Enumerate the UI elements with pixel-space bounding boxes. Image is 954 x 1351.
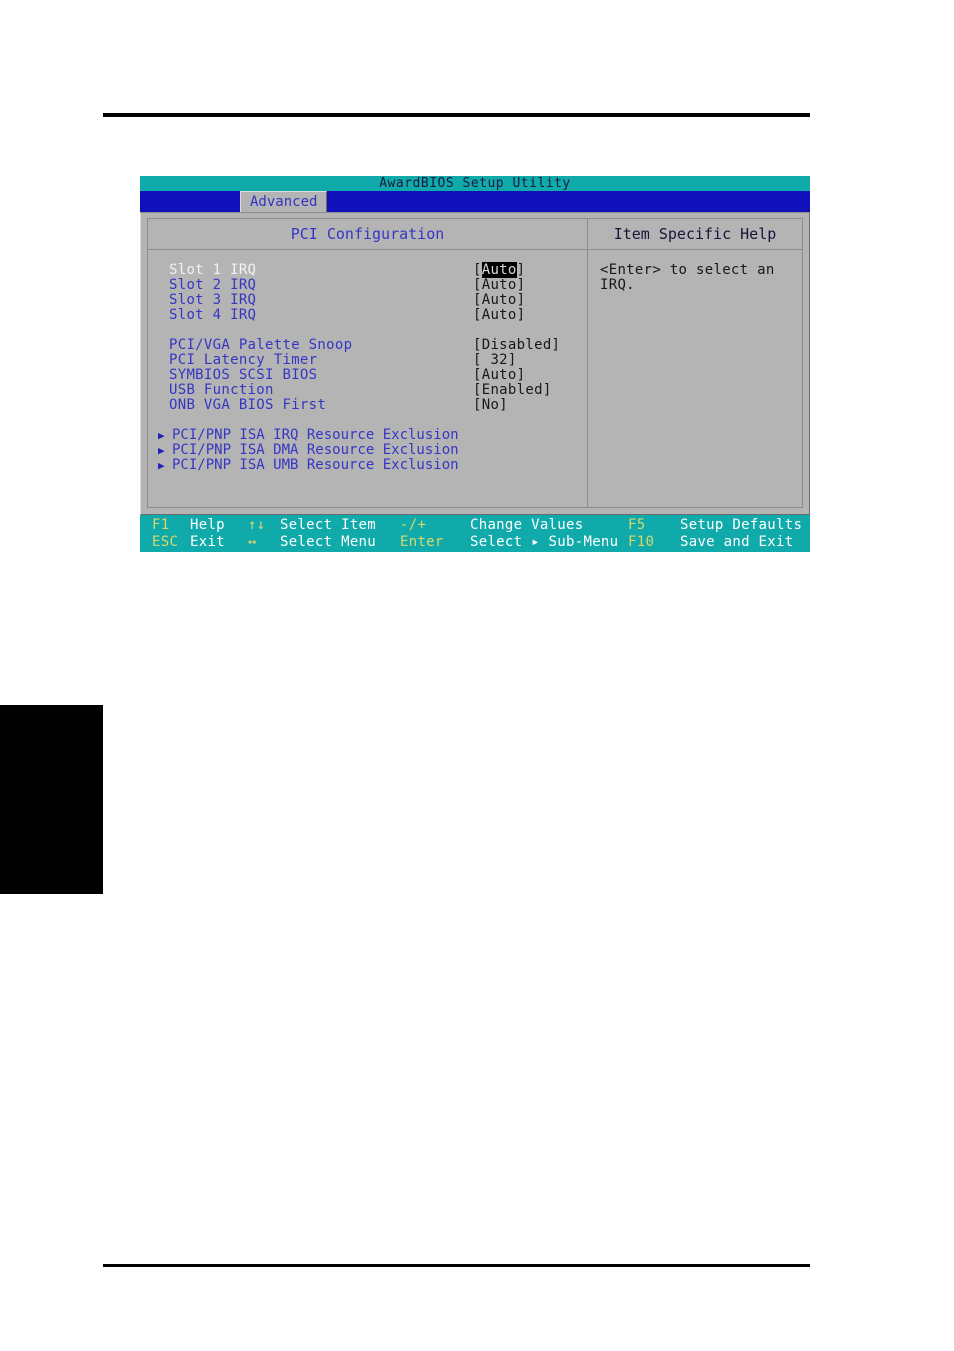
setting-value[interactable]: [Auto] (473, 293, 525, 308)
setting-row[interactable]: SYMBIOS SCSI BIOS [Auto] (148, 368, 587, 383)
key-legend-row-1: F1 Help ↑↓ Select Item -/+ Change Values F5 Set… (140, 517, 810, 534)
setting-row[interactable]: PCI/VGA Palette Snoop [Disabled] (148, 338, 587, 353)
setting-row[interactable]: Slot 1 IRQ [Auto] (148, 262, 587, 278)
settings-list: Slot 1 IRQ [Auto] Slot 2 IRQ [Auto] Slot 3 I… (148, 250, 587, 507)
key-legend-label: Select Menu (280, 534, 377, 550)
setting-label: PCI/VGA Palette Snoop (169, 337, 353, 353)
submenu-row[interactable]: ▶ PCI/PNP ISA UMB Resource Exclusion (148, 458, 587, 473)
key-legend-key: ESC (152, 534, 179, 550)
setting-label: ONB VGA BIOS First (169, 397, 327, 413)
tab-advanced[interactable]: Advanced (240, 191, 328, 212)
key-legend-key: Enter (400, 534, 444, 550)
help-panel-body: <Enter> to select an IRQ. (588, 250, 802, 507)
setting-label: Slot 1 IRQ (169, 262, 257, 278)
submenu-label: PCI/PNP ISA IRQ Resource Exclusion (172, 427, 459, 443)
submenu-arrow-icon: ▶ (158, 444, 165, 457)
bios-setup-window: AwardBIOS Setup Utility Advanced PCI Con… (140, 176, 810, 554)
setting-row[interactable]: Slot 4 IRQ [Auto] (148, 308, 587, 323)
setting-value-highlight: Auto (481, 262, 517, 278)
setting-value[interactable]: [ 32] (473, 353, 517, 368)
key-legend-label: Change Values (470, 517, 584, 533)
setting-value[interactable]: [Auto] (473, 308, 525, 323)
key-legend-key: F5 (628, 517, 646, 533)
help-panel-title: Item Specific Help (588, 219, 802, 250)
setting-value[interactable]: [Enabled] (473, 383, 552, 398)
setting-label: SYMBIOS SCSI BIOS (169, 367, 318, 383)
settings-panel-title: PCI Configuration (148, 219, 587, 250)
page-header-rule (103, 113, 810, 117)
key-legend-key: F1 (152, 517, 170, 533)
setting-label: Slot 3 IRQ (169, 292, 257, 308)
submenu-row[interactable]: ▶ PCI/PNP ISA IRQ Resource Exclusion (148, 428, 587, 443)
key-legend-label: Setup Defaults (680, 517, 803, 533)
settings-panel: PCI Configuration Slot 1 IRQ [Auto] Slot 2… (147, 218, 587, 508)
menu-bar: Advanced (140, 191, 810, 212)
help-text: <Enter> to select an IRQ. (600, 262, 775, 293)
submenu-label: PCI/PNP ISA UMB Resource Exclusion (172, 457, 459, 473)
setting-value[interactable]: [No] (473, 398, 508, 413)
window-body: PCI Configuration Slot 1 IRQ [Auto] Slot 2… (140, 212, 810, 515)
key-legend-row-2: ESC Exit ↔ Select Menu Enter Select ▸ Sub-Men… (140, 534, 810, 551)
setting-row[interactable]: ONB VGA BIOS First [No] (148, 398, 587, 413)
setting-label: Slot 4 IRQ (169, 307, 257, 323)
setting-value[interactable]: [Auto] (473, 262, 525, 278)
setting-label: Slot 2 IRQ (169, 277, 257, 293)
help-panel: Item Specific Help <Enter> to select an … (587, 218, 803, 508)
settings-group-gap (148, 323, 587, 338)
submenu-arrow-icon: ▶ (158, 429, 165, 442)
setting-row[interactable]: PCI Latency Timer [ 32] (148, 353, 587, 368)
page-footer-rule (103, 1264, 810, 1267)
key-legend-key: ↔ (248, 534, 257, 550)
key-legend-label: Select Item (280, 517, 377, 533)
submenu-row[interactable]: ▶ PCI/PNP ISA DMA Resource Exclusion (148, 443, 587, 458)
key-legend-label: Select ▸ Sub-Menu (470, 534, 619, 550)
setting-value[interactable]: [Auto] (473, 278, 525, 293)
setting-label: USB Function (169, 382, 274, 398)
key-legend-label: Help (190, 517, 225, 533)
window-title: AwardBIOS Setup Utility (140, 176, 810, 191)
key-legend-label: Exit (190, 534, 225, 550)
key-legend-key: ↑↓ (248, 517, 266, 533)
key-legend-bar: F1 Help ↑↓ Select Item -/+ Change Values F5 Set… (140, 515, 810, 552)
submenu-group-gap (148, 413, 587, 428)
key-legend-label: Save and Exit (680, 534, 794, 550)
setting-label: PCI Latency Timer (169, 352, 318, 368)
page-edge-tab (0, 705, 103, 894)
setting-row[interactable]: USB Function [Enabled] (148, 383, 587, 398)
submenu-label: PCI/PNP ISA DMA Resource Exclusion (172, 442, 459, 458)
setting-row[interactable]: Slot 2 IRQ [Auto] (148, 278, 587, 293)
setting-value[interactable]: [Auto] (473, 368, 525, 383)
setting-value[interactable]: [Disabled] (473, 338, 560, 353)
setting-row[interactable]: Slot 3 IRQ [Auto] (148, 293, 587, 308)
key-legend-key: F10 (628, 534, 655, 550)
key-legend-key: -/+ (400, 517, 427, 533)
submenu-arrow-icon: ▶ (158, 459, 165, 472)
